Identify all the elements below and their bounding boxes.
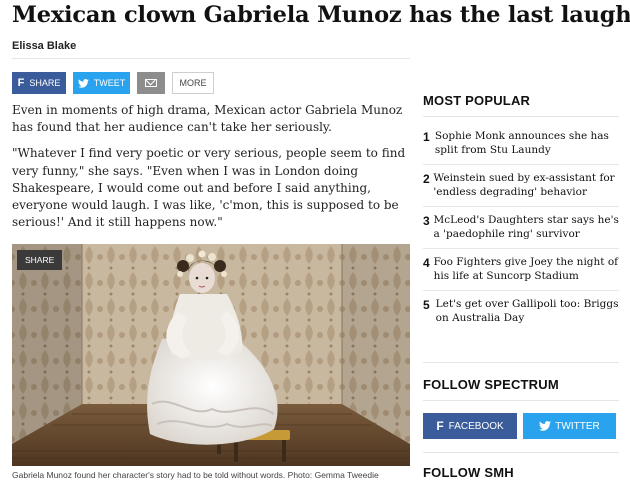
article-paragraph: Even in moments of high drama, Mexican a…	[12, 103, 403, 135]
divider	[423, 452, 619, 453]
most-popular-link[interactable]: McLeod's Daughters star says he's a 'pae…	[434, 213, 619, 248]
facebook-icon: f	[17, 77, 25, 89]
divider	[12, 58, 410, 59]
tweet-button[interactable]: TWEET	[73, 72, 130, 94]
most-popular-item[interactable]: 1 Sophie Monk announces she has split fr…	[423, 123, 619, 165]
divider	[423, 116, 619, 117]
envelope-icon	[145, 79, 157, 87]
follow-spectrum-heading: FOLLOW SPECTRUM	[423, 377, 559, 392]
article-photo[interactable]: SHARE	[12, 244, 410, 466]
twitter-bird-icon	[77, 78, 89, 88]
most-popular-item[interactable]: 3 McLeod's Daughters star says he's a 'p…	[423, 207, 619, 249]
email-share-button[interactable]	[137, 72, 165, 94]
tweet-label: TWEET	[93, 78, 126, 88]
rank-number: 2	[423, 172, 430, 186]
share-toolbar: f SHARE TWEET MORE	[12, 72, 214, 94]
divider	[423, 400, 619, 401]
most-popular-link[interactable]: Foo Fighters give Joey the night of his …	[434, 255, 619, 290]
photo-share-button[interactable]: SHARE	[17, 250, 63, 270]
facebook-icon: f	[436, 419, 444, 433]
follow-twitter-button[interactable]: TWITTER	[523, 413, 616, 439]
most-popular-item[interactable]: 4 Foo Fighters give Joey the night of hi…	[423, 249, 619, 291]
follow-facebook-button[interactable]: f FACEBOOK	[423, 413, 517, 439]
most-popular-list: 1 Sophie Monk announces she has split fr…	[423, 123, 619, 333]
article-body: Even in moments of high drama, Mexican a…	[12, 102, 410, 240]
most-popular-link[interactable]: Sophie Monk announces she has split from…	[435, 129, 619, 164]
follow-facebook-label: FACEBOOK	[448, 420, 504, 432]
most-popular-heading: MOST POPULAR	[423, 93, 531, 108]
divider	[423, 362, 619, 363]
twitter-bird-icon	[539, 421, 552, 431]
article-headline: Mexican clown Gabriela Munoz has the las…	[12, 2, 630, 28]
article-paragraph: "Whatever I find very poetic or very ser…	[12, 146, 406, 230]
follow-twitter-label: TWITTER	[555, 420, 600, 432]
most-popular-link[interactable]: Weinstein sued by ex-assistant for 'endl…	[433, 171, 619, 206]
rank-number: 4	[423, 256, 430, 270]
most-popular-link[interactable]: Let's get over Gallipoli too: Briggs on …	[436, 297, 619, 333]
rank-number: 3	[423, 214, 430, 228]
most-popular-item[interactable]: 2 Weinstein sued by ex-assistant for 'en…	[423, 165, 619, 207]
byline[interactable]: Elissa Blake	[12, 40, 76, 52]
photo-caption: Gabriela Munoz found her character's sto…	[12, 470, 379, 480]
facebook-share-button[interactable]: f SHARE	[12, 72, 66, 94]
photo-illustration	[12, 244, 410, 466]
rank-number: 5	[423, 298, 430, 312]
facebook-share-label: SHARE	[29, 78, 61, 88]
most-popular-item[interactable]: 5 Let's get over Gallipoli too: Briggs o…	[423, 291, 619, 333]
more-share-button[interactable]: MORE	[172, 72, 214, 94]
follow-smh-heading: FOLLOW SMH	[423, 465, 514, 480]
rank-number: 1	[423, 130, 430, 144]
